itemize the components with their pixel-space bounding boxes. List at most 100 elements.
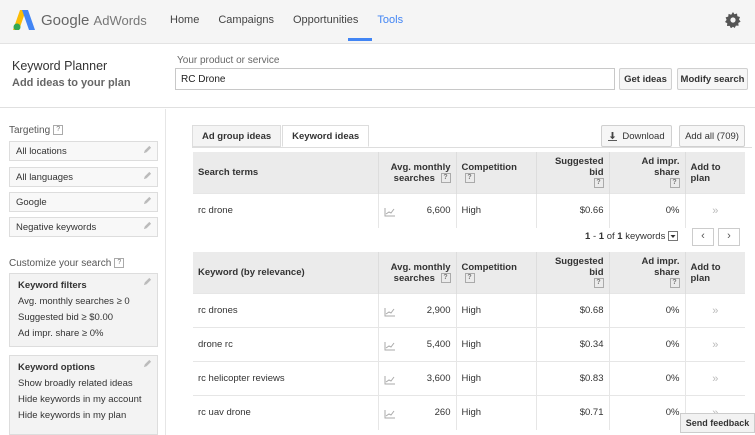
pencil-icon[interactable] [143, 359, 152, 368]
download-button[interactable]: Download [601, 125, 672, 147]
pencil-icon[interactable] [143, 145, 152, 154]
pager-total: 1 [617, 231, 623, 242]
pencil-icon[interactable] [143, 171, 152, 180]
trend-chart-icon[interactable] [384, 307, 396, 317]
searches-value: 6,600 [426, 204, 451, 216]
trend-chart-icon[interactable] [384, 341, 396, 351]
nav-home[interactable]: Home [170, 14, 199, 26]
tab-keyword-ideas[interactable]: Keyword ideas [282, 125, 370, 147]
share-cell: 0% [609, 395, 686, 430]
targeting-negative-keywords[interactable]: Negative keywords [9, 217, 158, 237]
add-to-plan-icon[interactable]: » [685, 193, 745, 228]
add-to-plan-icon[interactable]: » [685, 327, 745, 362]
help-icon[interactable]: ? [53, 125, 64, 136]
add-all-button[interactable]: Add all (709) [679, 125, 745, 147]
help-icon[interactable]: ? [114, 258, 125, 269]
targeting-negative-label: Negative keywords [16, 222, 97, 233]
share-cell: 0% [609, 193, 686, 228]
keyword-ideas-table: Keyword (by relevance) Avg. monthly sear… [193, 252, 745, 430]
nav-tools[interactable]: Tools [377, 14, 403, 26]
help-icon[interactable]: ? [669, 278, 680, 289]
prev-page-button[interactable]: ‹ [692, 228, 714, 246]
pencil-icon[interactable] [143, 196, 152, 205]
help-icon[interactable]: ? [593, 178, 604, 189]
table-row: rc drone 6,600 High $0.66 0% » [193, 193, 745, 228]
competition-cell: High [456, 361, 537, 396]
col-keyword[interactable]: Keyword (by relevance) [193, 252, 379, 294]
help-icon[interactable]: ? [464, 172, 475, 183]
help-icon[interactable]: ? [593, 278, 604, 289]
bid-cell: $0.68 [536, 293, 610, 328]
table-header-row: Keyword (by relevance) Avg. monthly sear… [193, 252, 745, 294]
col-share-label: Ad impr. share [641, 256, 680, 278]
download-icon [608, 131, 618, 141]
keyword-cell: rc uav drone [193, 395, 379, 430]
targeting-locations[interactable]: All locations [9, 141, 158, 161]
bid-cell: $0.71 [536, 395, 610, 430]
option-broad: Show broadly related ideas [18, 378, 133, 389]
help-icon[interactable]: ? [464, 272, 475, 283]
searches-cell: 3,600 [378, 361, 457, 396]
keyword-cell: rc drones [193, 293, 379, 328]
targeting-languages-label: All languages [16, 172, 74, 183]
pager-start: 1 [585, 231, 591, 242]
searches-cell: 5,400 [378, 327, 457, 362]
col-competition[interactable]: Competition ? [456, 152, 537, 194]
help-icon[interactable]: ? [440, 272, 451, 283]
filter-searches: Avg. monthly searches ≥ 0 [18, 296, 130, 307]
col-suggested-bid[interactable]: Suggested bid? [536, 252, 610, 294]
help-icon[interactable]: ? [440, 172, 451, 183]
trend-chart-icon[interactable] [384, 375, 396, 385]
col-competition[interactable]: Competition ? [456, 252, 537, 294]
keyword-options-box[interactable]: Keyword options Show broadly related ide… [9, 355, 158, 435]
searches-cell: 2,900 [378, 293, 457, 328]
searches-value: 260 [434, 406, 451, 418]
send-feedback-button[interactable]: Send feedback [680, 413, 755, 433]
option-hide-plan: Hide keywords in my plan [18, 410, 127, 421]
customize-label: Customize your search? [9, 258, 125, 269]
keyword-filters-box[interactable]: Keyword filters Avg. monthly searches ≥ … [9, 273, 158, 347]
targeting-languages[interactable]: All languages [9, 167, 158, 187]
gear-icon[interactable] [725, 12, 741, 28]
keyword-cell: drone rc [193, 327, 379, 362]
pencil-icon[interactable] [143, 277, 152, 286]
page-title: Keyword Planner [12, 59, 108, 73]
download-label: Download [622, 130, 665, 142]
col-search-terms[interactable]: Search terms [193, 152, 379, 194]
modify-search-button[interactable]: Modify search [677, 68, 748, 90]
adwords-logo[interactable]: Google AdWords [13, 10, 147, 30]
searches-value: 3,600 [426, 372, 451, 384]
keyword-options-title: Keyword options [18, 362, 96, 373]
trend-chart-icon[interactable] [384, 207, 396, 217]
dropdown-icon[interactable] [667, 231, 678, 242]
logo-adwords-text: AdWords [93, 12, 147, 28]
customize-label-text: Customize your search [9, 258, 112, 269]
col-avg-searches[interactable]: Avg. monthly searches ? [378, 252, 457, 294]
bid-cell: $0.83 [536, 361, 610, 396]
searches-cell: 6,600 [378, 193, 457, 228]
trend-chart-icon[interactable] [384, 409, 396, 419]
col-suggested-bid[interactable]: Suggested bid? [536, 152, 610, 194]
pencil-icon[interactable] [143, 221, 152, 230]
keyword-cell: rc helicopter reviews [193, 361, 379, 396]
col-avg-searches[interactable]: Avg. monthly searches ? [378, 152, 457, 194]
get-ideas-button[interactable]: Get ideas [619, 68, 672, 90]
help-icon[interactable]: ? [669, 178, 680, 189]
next-page-button[interactable]: › [718, 228, 740, 246]
nav-opportunities[interactable]: Opportunities [293, 14, 358, 26]
col-ad-impr-share[interactable]: Ad impr. share? [609, 152, 686, 194]
add-to-plan-icon[interactable]: » [685, 293, 745, 328]
targeting-network-label: Google [16, 197, 47, 208]
add-to-plan-icon[interactable]: » [685, 361, 745, 396]
product-input[interactable]: RC Drone [175, 68, 615, 90]
share-cell: 0% [609, 361, 686, 396]
pager: 1 - 1 of 1 keywords [585, 231, 678, 242]
table-row: drone rc 5,400 High $0.34 0% » [193, 327, 745, 362]
targeting-network[interactable]: Google [9, 192, 158, 212]
tab-ad-group-ideas[interactable]: Ad group ideas [192, 125, 282, 147]
filter-share: Ad impr. share ≥ 0% [18, 328, 104, 339]
col-ad-impr-share[interactable]: Ad impr. share? [609, 252, 686, 294]
nav-campaigns[interactable]: Campaigns [218, 14, 274, 26]
targeting-label: Targeting? [9, 125, 64, 136]
bid-cell: $0.66 [536, 193, 610, 228]
